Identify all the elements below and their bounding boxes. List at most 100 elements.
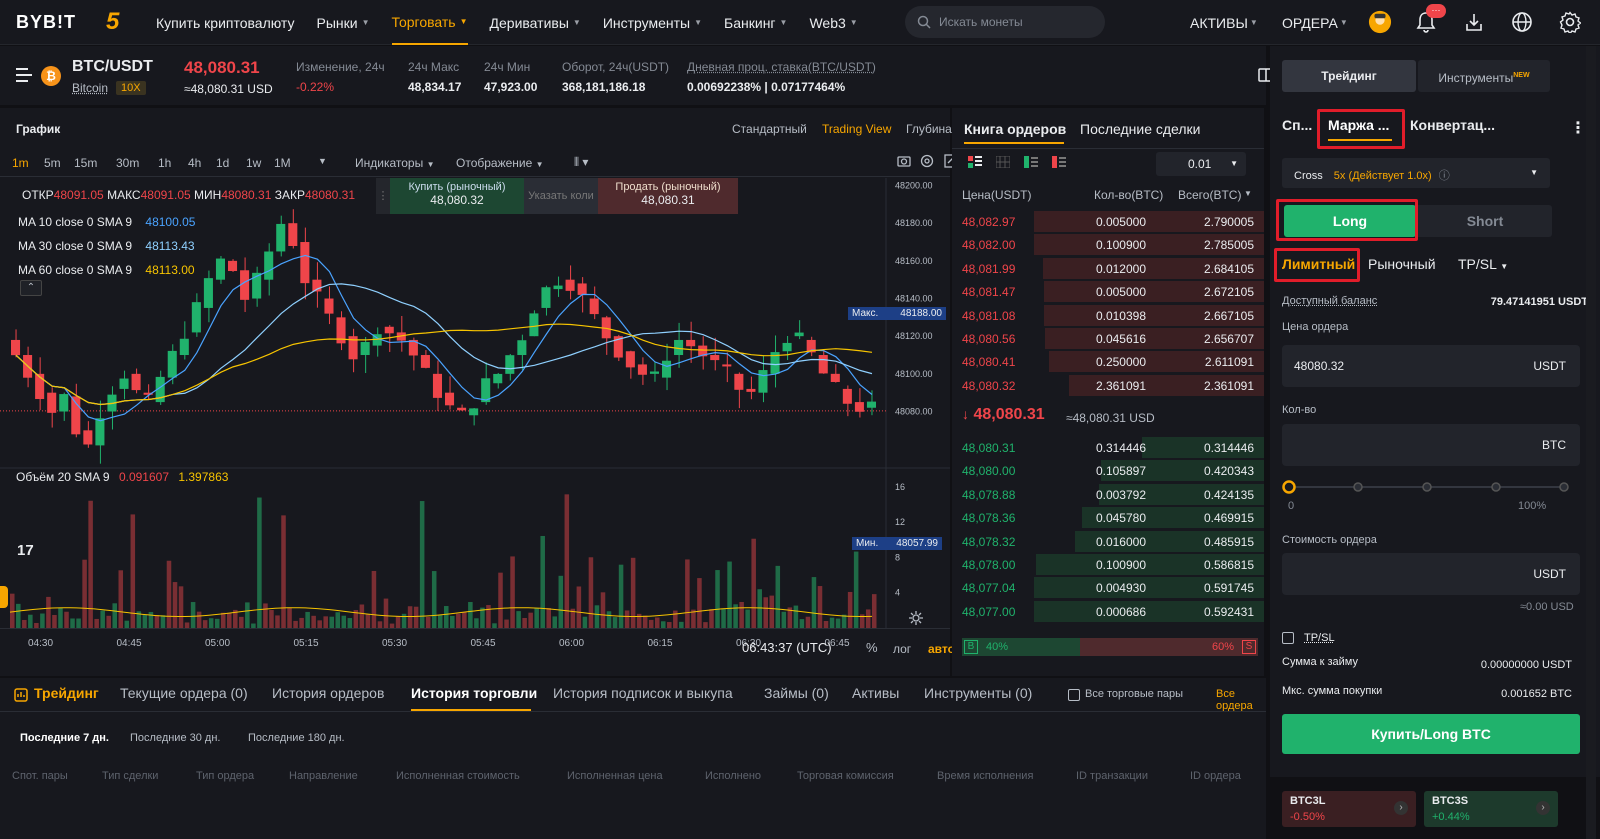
nav-markets[interactable]: Рынки ▼	[317, 0, 370, 45]
tab-instruments[interactable]: ИнструментыNEW	[1418, 60, 1550, 92]
pair-symbol[interactable]: BTC/USDT	[72, 58, 153, 76]
assets-menu[interactable]: АКТИВЫ ▼	[1190, 0, 1258, 45]
ask-row[interactable]: 48,082.00 0.100900 2.785005	[952, 233, 1264, 256]
ask-row[interactable]: 48,080.32 2.361091 2.361091	[952, 374, 1264, 397]
view-tradingview[interactable]: Trading View	[822, 122, 891, 136]
ask-row[interactable]: 48,082.97 0.005000 2.790005	[952, 210, 1264, 233]
drag-handle-icon[interactable]: ⋮	[376, 178, 390, 214]
leverage-select[interactable]: Cross 5x (Действует 1.0x) ⓘ ▼	[1282, 158, 1550, 188]
interval-15m[interactable]: 15m	[74, 156, 97, 170]
axis-settings-icon[interactable]	[908, 610, 924, 626]
anniversary-five-logo[interactable]: 5	[106, 8, 119, 36]
interval-1d[interactable]: 1d	[216, 156, 229, 170]
bid-row[interactable]: 48,078.88 0.003792 0.424135	[952, 483, 1264, 506]
download-button[interactable]	[1462, 10, 1486, 34]
log-toggle[interactable]: лог	[893, 642, 911, 656]
ask-row[interactable]: 48,080.41 0.250000 2.611091	[952, 350, 1264, 373]
ask-row[interactable]: 48,080.56 0.045616 2.656707	[952, 327, 1264, 350]
bybit-logo[interactable]: BYB!T	[16, 12, 76, 33]
order-type-market[interactable]: Рыночный	[1368, 256, 1436, 272]
bid-row[interactable]: 48,078.32 0.016000 0.485915	[952, 530, 1264, 553]
more-vertical-icon[interactable]: ⋮	[1570, 118, 1586, 138]
short-button[interactable]: Short	[1418, 205, 1552, 237]
nav-web3[interactable]: Web3 ▼	[809, 0, 857, 45]
settings-button[interactable]	[1558, 10, 1582, 34]
quick-sell-button[interactable]: Продать (рыночный) 48,080.31	[598, 178, 738, 214]
all-orders-link[interactable]: Все ордера	[1216, 688, 1266, 712]
cost-input[interactable]: USDT	[1282, 553, 1580, 595]
tab-instruments[interactable]: Инструменты (0)	[924, 685, 1032, 701]
auto-toggle[interactable]: авто	[928, 642, 955, 656]
search-input[interactable]: Искать монеты	[905, 6, 1105, 38]
candle-type-icon[interactable]: ⫴ ▾	[574, 155, 588, 170]
percent-toggle[interactable]: %	[866, 640, 878, 655]
precision-select[interactable]: 0.01 ▼	[1156, 152, 1246, 176]
interval-1M[interactable]: 1M	[274, 156, 291, 170]
chevron-down-icon[interactable]: ▼	[318, 156, 327, 166]
grid-view-icon[interactable]	[996, 156, 1010, 168]
notification-button[interactable]: ···	[1414, 4, 1446, 34]
avatar[interactable]	[1368, 10, 1392, 34]
nav-banking[interactable]: Банкинг ▼	[724, 0, 787, 45]
interval-1w[interactable]: 1w	[246, 156, 261, 170]
interval-30m[interactable]: 30m	[116, 156, 139, 170]
ask-row[interactable]: 48,081.99 0.012000 2.684105	[952, 257, 1264, 280]
tpsl-label[interactable]: TP/SL	[1304, 632, 1335, 644]
nav-trade[interactable]: Торговать ▼	[391, 0, 468, 45]
tab-order-history[interactable]: История ордеров	[272, 685, 384, 701]
nav-buy-crypto[interactable]: Купить криптовалюту	[156, 0, 295, 45]
tab-trade-history[interactable]: История торговли	[411, 685, 537, 701]
tab-recent-trades[interactable]: Последние сделки	[1080, 121, 1201, 137]
bid-row[interactable]: 48,078.00 0.100900 0.586815	[952, 553, 1264, 576]
asks-only-icon[interactable]	[1052, 156, 1066, 168]
collapse-legend-button[interactable]: ⌃	[20, 280, 42, 296]
both-sides-icon[interactable]	[968, 156, 982, 168]
chart-settings-icon[interactable]	[920, 154, 934, 168]
nav-tools[interactable]: Инструменты ▼	[603, 0, 702, 45]
ask-row[interactable]: 48,081.47 0.005000 2.672105	[952, 280, 1264, 303]
interval-5m[interactable]: 5m	[44, 156, 61, 170]
menu-icon[interactable]	[16, 68, 32, 82]
quick-buy-button[interactable]: Купить (рыночный) 48,080.32	[390, 178, 524, 214]
tab-subscription-history[interactable]: История подписок и выкупа	[553, 685, 733, 701]
tab-loans[interactable]: Займы (0)	[764, 685, 829, 701]
bid-row[interactable]: 48,078.36 0.045780 0.469915	[952, 506, 1264, 529]
nav-derivatives[interactable]: Деривативы ▼	[490, 0, 581, 45]
tab-assets[interactable]: Активы	[852, 685, 899, 701]
scrollbar[interactable]	[1586, 46, 1596, 839]
bid-row[interactable]: 48,077.00 0.000686 0.592431	[952, 600, 1264, 623]
tpsl-checkbox[interactable]	[1282, 632, 1294, 644]
indicators-button[interactable]: Индикаторы ▼	[355, 156, 434, 170]
mode-tab-convert[interactable]: Конвертац...	[1410, 117, 1495, 133]
bid-row[interactable]: 48,080.00 0.105897 0.420343	[952, 459, 1264, 482]
scroll-handle[interactable]	[0, 586, 8, 608]
bid-row[interactable]: 48,080.31 0.314446 0.314446	[952, 436, 1264, 459]
qty-input[interactable]: BTC	[1282, 424, 1580, 466]
order-type-tpsl[interactable]: TP/SL ▼	[1458, 256, 1508, 272]
tab-open-orders[interactable]: Текущие ордера (0)	[120, 685, 248, 701]
interval-4h[interactable]: 4h	[188, 156, 201, 170]
bid-row[interactable]: 48,077.04 0.004930 0.591745	[952, 576, 1264, 599]
pair-name[interactable]: Bitcoin	[72, 81, 108, 95]
tab-bottom-trading[interactable]: Трейдинг	[34, 685, 99, 701]
submit-buy-long-button[interactable]: Купить/Long BTC	[1282, 714, 1580, 754]
mode-tab-spot[interactable]: Сп...	[1282, 117, 1312, 133]
interval-1m[interactable]: 1m	[12, 156, 29, 170]
bids-only-icon[interactable]	[1024, 156, 1038, 168]
quick-qty-input[interactable]: Указать коли	[524, 178, 598, 214]
tradingview-logo[interactable]: 17	[17, 542, 45, 566]
tab-order-book[interactable]: Книга ордеров	[964, 121, 1066, 137]
period-30d[interactable]: Последние 30 дн.	[130, 732, 220, 744]
caret-down-icon[interactable]: ▼	[1244, 189, 1252, 198]
camera-icon[interactable]	[897, 154, 911, 168]
lev-token-btc3l[interactable]: BTC3L -0.50% ›	[1282, 791, 1416, 827]
view-depth[interactable]: Глубина	[906, 122, 952, 136]
all-pairs-checkbox[interactable]	[1068, 689, 1080, 701]
tab-trading[interactable]: Трейдинг	[1282, 60, 1416, 92]
all-pairs-label[interactable]: Все торговые пары	[1085, 688, 1183, 700]
order-price-input[interactable]: 48080.32 USDT	[1282, 345, 1580, 387]
slider-thumb[interactable]	[1282, 480, 1296, 494]
ask-row[interactable]: 48,081.08 0.010398 2.667105	[952, 304, 1264, 327]
qty-slider[interactable]	[1282, 480, 1572, 494]
lev-token-btc3s[interactable]: BTC3S +0.44% ›	[1424, 791, 1558, 827]
